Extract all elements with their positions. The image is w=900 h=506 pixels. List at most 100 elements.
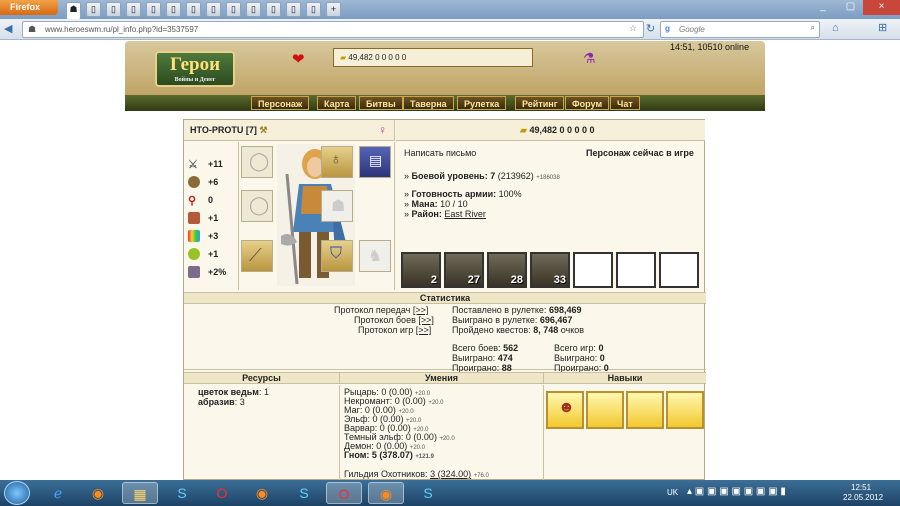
site-logo[interactable]: Герои Войны и Денег [155,51,235,87]
home-icon[interactable]: ⌂ [832,22,839,34]
tab-11[interactable]: ▯ [266,2,281,17]
ability-slot-3[interactable] [626,391,664,429]
menu-roulette[interactable]: Рулетка [457,96,507,110]
search-input[interactable]: g Google ⌕ [660,21,820,38]
games-won-row: Выиграно: 0 [554,353,605,363]
character-stats: ⚔ +11 +6 ⚲ 0 +1 +3 +1 +2% [184,142,239,290]
tab-8[interactable]: ▯ [206,2,221,17]
ie-icon[interactable]: ℯ [40,482,76,504]
tab-12[interactable]: ▯ [286,2,301,17]
stat-morale: +1 [188,248,236,264]
stat-luck: +3 [188,230,236,246]
statistics-body: Протокол передач [>>] Протокол боев [>>]… [184,304,706,373]
firefox-menu-button[interactable]: Firefox [0,0,58,15]
firefox-icon[interactable]: ◉ [80,482,116,504]
tab-13[interactable]: ▯ [306,2,321,17]
gold-icon: ▰ [340,53,347,62]
protocol-games-link[interactable]: [>>] [416,325,432,335]
ability-slot-1[interactable]: ☻ [546,391,584,429]
combat-level-row: » Боевой уровень: 7 (213962) +186038 [404,171,560,181]
army-unit-4[interactable]: 33 [530,252,570,288]
army-slot-empty [573,252,613,288]
army-slots: 2 27 28 33 [399,252,701,288]
army-unit-1[interactable]: 2 [401,252,441,288]
slot-amulet[interactable]: ♁ [321,146,353,178]
shield-icon [188,176,200,188]
write-letter-link[interactable]: Написать письмо [404,148,476,158]
army-unit-2[interactable]: 27 [444,252,484,288]
protocol-transfers-link[interactable]: [>>] [413,305,429,315]
clock-time[interactable]: 12:51 [851,483,871,492]
tab-3[interactable]: ▯ [106,2,121,17]
clock-date[interactable]: 22.05.2012 [843,493,883,502]
tray-icons[interactable]: ▴ ▣ ▣ ▣ ▣ ▣ ▣ ▣ ▮ [687,486,786,497]
amulet-icon: ♁ [330,151,342,168]
character-name: HTO-PROTU [190,125,244,135]
firefox-icon[interactable]: ◉ [244,482,280,504]
protocol-games: Протокол игр [>>] [358,325,432,335]
tab-heroeswm[interactable]: ☗ [66,2,81,19]
start-button[interactable] [4,481,30,505]
new-tab-button[interactable]: + [326,2,341,17]
district-link[interactable]: East River [444,209,486,219]
wand-icon: ⚲ [188,195,197,207]
character-resources-text: 49,482 0 0 0 0 0 [529,125,595,135]
ability-slot-2[interactable] [586,391,624,429]
logo-subtitle: Войны и Денег [174,77,216,83]
character-resources-header: ▰ 49,482 0 0 0 0 0 [396,120,705,141]
menu-chat[interactable]: Чат [610,96,640,110]
tab-10[interactable]: ▯ [246,2,261,17]
slot-book[interactable]: ▤ [359,146,391,178]
army-unit-3[interactable]: 28 [487,252,527,288]
reload-icon[interactable]: ↻ [646,22,655,35]
slot-ring-2[interactable]: ◯ [241,190,273,222]
maximize-icon[interactable]: ▢ [838,0,863,15]
spellbook-icon: ▤ [369,152,383,168]
menu-rating[interactable]: Рейтинг [515,96,565,110]
tab-9[interactable]: ▯ [226,2,241,17]
tab-5[interactable]: ▯ [146,2,161,17]
slot-cloak[interactable]: ☗ [321,190,353,222]
protocol-battles-link[interactable]: [>>] [418,315,434,325]
url-input[interactable]: ☗ www.heroeswm.ru/pl_info.php?id=3537597… [22,21,644,38]
slot-mount[interactable]: ♞ [359,240,391,272]
skype-icon[interactable]: S [410,482,446,504]
skype-icon[interactable]: S [286,482,322,504]
opera-icon[interactable]: O [326,482,362,504]
opera-icon[interactable]: O [204,482,240,504]
menu-character[interactable]: Персонаж [251,96,310,110]
skype-icon[interactable]: S [164,482,200,504]
menu-map[interactable]: Карта [317,96,357,110]
character-info-panel: HTO-PROTU [7] ⚒ ♀ ⚔ +11 +6 ⚲ 0 +1 +3 +1 +2… [183,119,706,481]
google-icon: g [665,24,670,33]
back-icon[interactable]: ◀ [4,22,12,35]
close-button[interactable]: × [863,0,900,15]
explorer-icon[interactable]: ▦ [122,482,158,504]
battles-won-row: Выиграно: 474 [452,353,513,363]
tab-7[interactable]: ▯ [186,2,201,17]
resources-header: Ресурсы [184,372,340,384]
tab-2[interactable]: ▯ [86,2,101,17]
roulette-bet-row: Поставлено в рулетке: 698,469 [452,305,582,315]
menu-forum[interactable]: Форум [565,96,610,110]
addon-icon[interactable]: ⊞ [878,21,887,34]
tab-6[interactable]: ▯ [166,2,181,17]
tab-4[interactable]: ▯ [126,2,141,17]
magnifier-icon[interactable]: ⌕ [811,23,815,33]
statistics-header: Статистика [184,292,706,304]
language-indicator[interactable]: UK [667,488,678,497]
district-row: » Район: East River [404,209,486,219]
menu-tavern[interactable]: Таверна [403,96,454,110]
menu-battles[interactable]: Битвы [359,96,403,110]
ability-slot-4[interactable] [666,391,704,429]
games-total-row: Всего игр: 0 [554,343,604,353]
slot-weapon[interactable]: ⟋ [241,240,273,272]
navigation-bar: ◀ ☗ www.heroeswm.ru/pl_info.php?id=35375… [0,19,900,40]
female-icon: ♀ [378,123,387,137]
slot-ring-1[interactable]: ◯ [241,146,273,178]
minimize-button[interactable]: _ [808,0,838,15]
slot-shield[interactable]: ⛉ [321,240,353,272]
stat-defense: +6 [188,176,236,192]
star-icon[interactable]: ☆ [629,23,637,34]
firefox-icon[interactable]: ◉ [368,482,404,504]
